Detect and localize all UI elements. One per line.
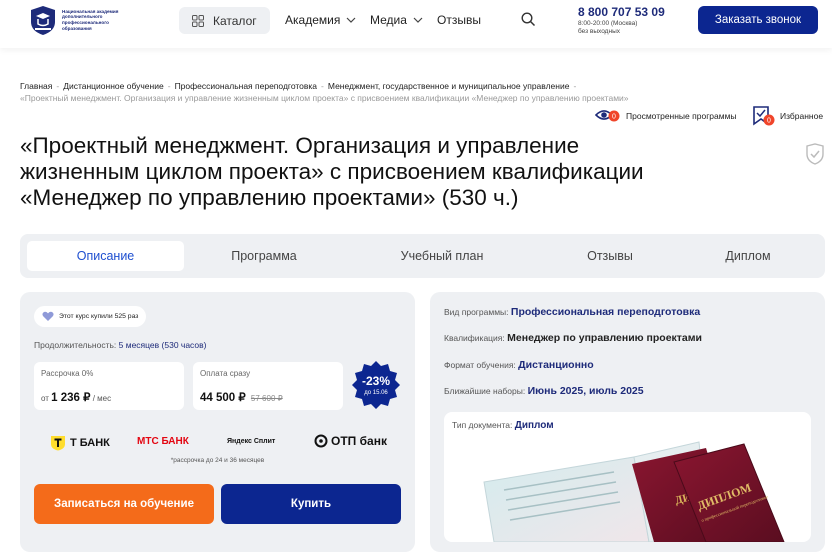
installment-suffix: / мес — [92, 394, 112, 403]
study-format-label: Формат обучения: — [444, 360, 516, 370]
viewed-label: Просмотренные программы — [626, 111, 737, 121]
grid-icon — [192, 14, 204, 27]
purchases-text: Этот курс купили 525 раз — [59, 313, 139, 320]
nav-media[interactable]: Медиа — [370, 13, 423, 27]
tbank-shield-icon — [51, 436, 65, 451]
tab-curriculum[interactable]: Учебный план — [380, 241, 504, 271]
qualification: Квалификация: Менеджер по управлению про… — [444, 332, 702, 344]
nav-academy[interactable]: Академия — [285, 13, 356, 27]
buy-button[interactable]: Купить — [221, 484, 401, 524]
otp-bank-name: ОТП банк — [331, 434, 387, 448]
nav-media-label: Медиа — [370, 13, 407, 27]
program-info-card: Вид программы: Профессиональная переподг… — [430, 292, 825, 552]
study-format: Формат обучения: Дистанционно — [444, 359, 594, 371]
breadcrumb-item[interactable]: Главная — [20, 81, 52, 91]
full-payment-box[interactable]: Оплата сразу 44 500 ₽ 57 600 ₽ — [193, 362, 343, 410]
program-type: Вид программы: Профессиональная переподг… — [444, 306, 700, 318]
nav-academy-label: Академия — [285, 13, 341, 27]
logo[interactable]: Национальная академия дополнительного пр… — [28, 4, 132, 36]
next-intakes-value: Июнь 2025, июль 2025 — [527, 385, 644, 397]
installment-note: *рассрочка до 24 и 36 месяцев — [170, 457, 265, 464]
nav-reviews[interactable]: Отзывы — [437, 13, 481, 27]
search-icon[interactable] — [521, 12, 536, 27]
chevron-down-icon — [346, 17, 356, 23]
yandex-split-name: Яндекс Сплит — [227, 438, 276, 445]
catalog-button[interactable]: Каталог — [179, 7, 270, 34]
nav-reviews-label: Отзывы — [437, 13, 481, 27]
installment-box[interactable]: Рассрочка 0% от 1 236 ₽ / мес — [34, 362, 184, 410]
discount-badge: -23% до 15.06 — [352, 361, 400, 409]
full-price: 44 500 ₽ — [200, 392, 246, 404]
academy-crest-icon — [31, 6, 55, 35]
purchase-card: Этот курс купили 525 раз Продолжительнос… — [20, 292, 415, 552]
purchases-badge: Этот курс купили 525 раз — [34, 306, 147, 327]
duration-label: Продолжительность: — [34, 340, 117, 350]
discount-percent: -23% — [362, 374, 390, 388]
study-format-value: Дистанционно — [518, 359, 594, 371]
hours-line: 8:00-20:00 (Москва) — [578, 20, 638, 27]
heart-icon — [42, 311, 54, 321]
eye-icon: 0 — [595, 110, 620, 122]
diploma-illustration: ДИПЛОМ ДИПЛОМ о профессиональной перепод… — [483, 441, 785, 542]
breadcrumb-item[interactable]: Профессиональная переподготовка — [175, 81, 317, 91]
installment-price: 1 236 ₽ — [51, 392, 91, 404]
tbank-name: Т БАНК — [70, 437, 110, 449]
viewed-programs-link[interactable]: 0 Просмотренные программы — [595, 107, 737, 125]
full-payment-label: Оплата сразу — [200, 369, 251, 378]
shield-check-icon[interactable] — [805, 143, 825, 165]
mts-bank-logo: МТС БАНК — [137, 436, 189, 447]
yandex-split-logo: Яндекс Сплит — [227, 438, 275, 445]
breadcrumb-item[interactable]: Дистанционное обучение — [63, 81, 164, 91]
breadcrumb-item[interactable]: Менеджмент, государственное и муниципаль… — [328, 81, 570, 91]
discount-until: до 15.06 — [364, 390, 388, 396]
duration: Продолжительность: 5 месяцев (530 часов) — [34, 340, 206, 350]
site-header: Национальная академия дополнительного пр… — [0, 0, 832, 48]
tab-diploma[interactable]: Диплом — [700, 241, 796, 271]
next-intakes-label: Ближайшие наборы: — [444, 386, 526, 396]
document-card: Тип документа: Диплом ДИПЛОМ ДИПЛОМ о — [444, 412, 811, 542]
breadcrumb: Главная - Дистанционное обучение - Профессио… — [20, 81, 629, 103]
qualification-label: Квалификация: — [444, 333, 505, 343]
hours-days: без выходных — [578, 27, 620, 35]
program-type-value[interactable]: Профессиональная переподготовка — [511, 306, 700, 318]
chevron-down-icon — [413, 17, 423, 23]
otp-bank-logo: ОТП банк — [314, 434, 387, 448]
phone-number[interactable]: 8 800 707 53 09 — [578, 5, 665, 19]
next-intakes: Ближайшие наборы: Июнь 2025, июль 2025 — [444, 385, 644, 397]
tbank-logo: Т БАНК — [50, 435, 110, 451]
favorites-label: Избранное — [780, 111, 824, 121]
installment-label: Рассрочка 0% — [41, 369, 94, 378]
old-price: 57 600 ₽ — [250, 394, 283, 403]
viewed-count: 0 — [612, 114, 616, 121]
installment-price-line: от 1 236 ₽ / мес — [41, 390, 111, 404]
qualification-value: Менеджер по управлению проектами — [507, 332, 702, 344]
tab-reviews[interactable]: Отзывы — [560, 241, 660, 271]
logo-text: Национальная академия дополнительного пр… — [62, 8, 119, 31]
otp-circle-icon — [314, 434, 328, 448]
request-call-button[interactable]: Заказать звонок — [698, 6, 818, 34]
page-title: «Проектный менеджмент. Организация и упр… — [20, 133, 644, 210]
catalog-label: Каталог — [213, 13, 257, 28]
tab-program[interactable]: Программа — [200, 241, 328, 271]
program-type-label: Вид программы: — [444, 307, 509, 317]
course-tabs: Описание Программа Учебный план Отзывы Д… — [20, 234, 825, 278]
installment-prefix: от — [41, 394, 49, 403]
favorites-link[interactable]: 0 Избранное — [752, 105, 823, 127]
full-payment-price-line: 44 500 ₽ 57 600 ₽ — [200, 390, 283, 404]
enroll-button[interactable]: Записаться на обучение — [34, 484, 214, 524]
bookmark-check-icon: 0 — [753, 106, 775, 126]
duration-value: 5 месяцев (530 часов) — [118, 340, 207, 350]
working-hours: 8:00-20:00 (Москва) без выходных — [578, 20, 637, 35]
tab-description[interactable]: Описание — [27, 241, 184, 271]
favorites-count: 0 — [767, 118, 771, 125]
breadcrumb-current: «Проектный менеджмент. Организация и упр… — [20, 93, 629, 103]
